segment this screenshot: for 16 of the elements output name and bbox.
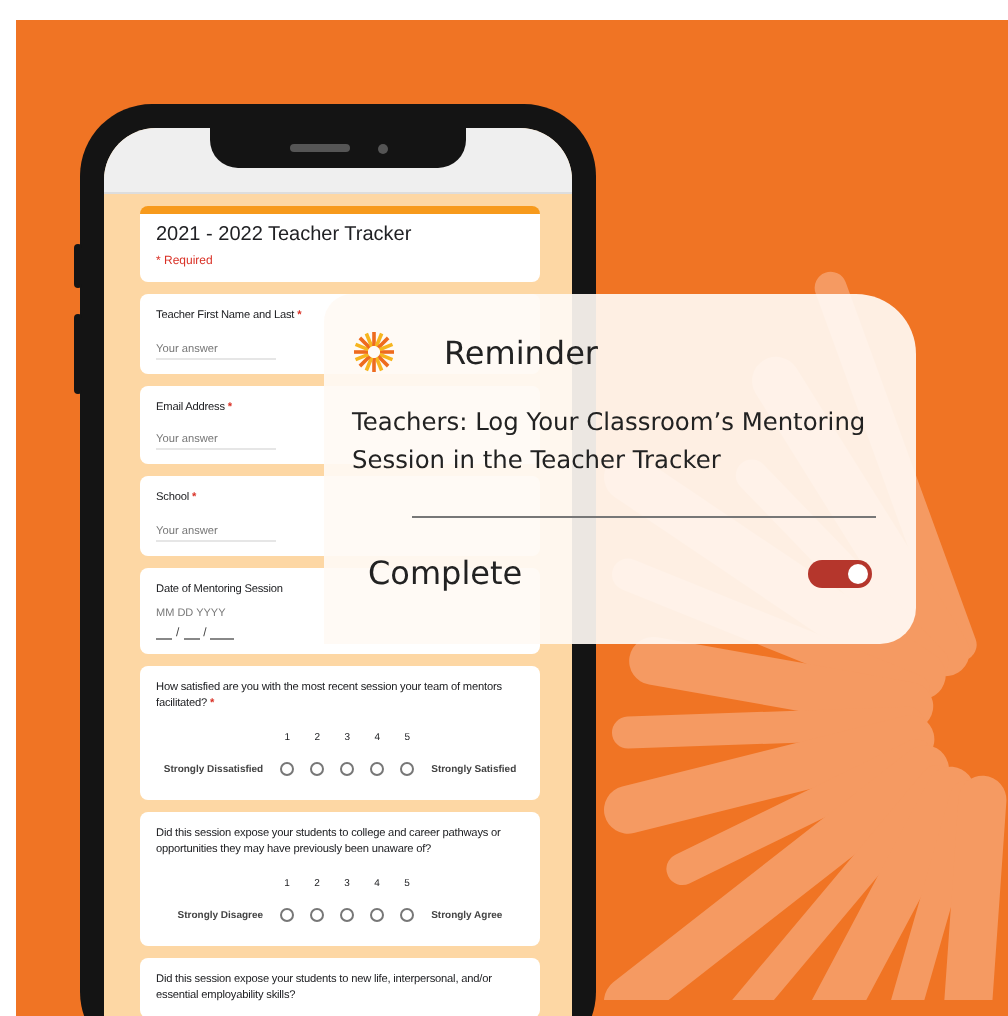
form-title: 2021 - 2022 Teacher Tracker bbox=[156, 224, 414, 246]
complete-toggle[interactable] bbox=[808, 559, 872, 587]
radio-button[interactable] bbox=[340, 762, 355, 777]
reminder-title: Reminder bbox=[444, 333, 598, 371]
radio-button[interactable] bbox=[370, 908, 385, 923]
radio-button[interactable] bbox=[370, 762, 385, 777]
complete-label: Complete bbox=[368, 554, 523, 592]
radio-button[interactable] bbox=[340, 908, 355, 923]
radio-button[interactable] bbox=[310, 908, 325, 923]
radio-button[interactable] bbox=[310, 762, 325, 777]
radio-button[interactable] bbox=[280, 908, 295, 923]
radio-button[interactable] bbox=[400, 908, 415, 923]
reminder-message: Teachers: Log Your Classroom’s Mentoring Session in the Teacher Tracker bbox=[352, 406, 868, 478]
radio-button[interactable] bbox=[280, 762, 295, 777]
sunburst-icon bbox=[352, 330, 396, 374]
radio-button[interactable] bbox=[400, 762, 415, 777]
